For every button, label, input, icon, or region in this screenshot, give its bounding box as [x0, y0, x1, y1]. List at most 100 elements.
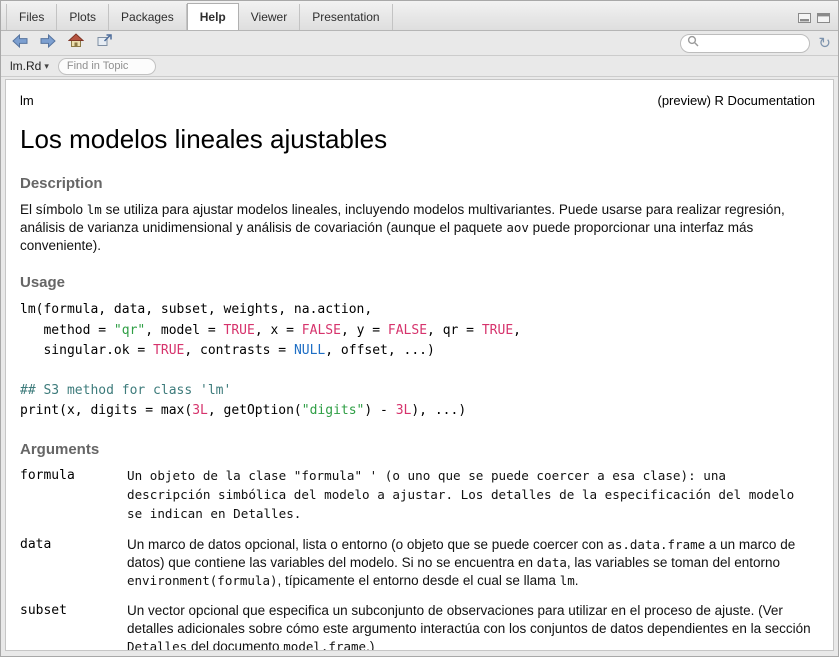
home-button[interactable]	[64, 33, 88, 54]
arguments-table: formula Un objeto de la clase "formula" …	[20, 467, 815, 651]
description-heading: Description	[20, 175, 815, 192]
back-button[interactable]	[8, 33, 32, 54]
code-token: , contrasts =	[184, 343, 294, 358]
code-token-const: FALSE	[388, 323, 427, 338]
search-icon	[687, 34, 699, 52]
code-token-comment: ## S3 method for class 'lm'	[20, 383, 231, 398]
tab-packages[interactable]: Packages	[109, 4, 187, 30]
argument-description: Un marco de datos opcional, lista o ento…	[127, 536, 815, 590]
tab-files[interactable]: Files	[6, 4, 57, 30]
popout-window-icon	[97, 34, 112, 52]
code-token-const: TRUE	[153, 343, 184, 358]
search-input[interactable]	[703, 37, 803, 49]
code-token-num: 3L	[192, 403, 208, 418]
tab-plots[interactable]: Plots	[57, 4, 109, 30]
inline-code: Detalles	[127, 639, 187, 651]
code-token: , qr =	[427, 323, 482, 338]
argument-row-data: data Un marco de datos opcional, lista o…	[20, 536, 815, 590]
forward-arrow-icon	[40, 34, 56, 53]
inline-code: data	[537, 555, 567, 570]
inline-code: aov	[506, 220, 529, 235]
argument-term: subset	[20, 602, 127, 651]
code-token: , offset, ...)	[325, 343, 435, 358]
forward-button[interactable]	[36, 33, 60, 54]
inline-code: environment(formula)	[127, 573, 278, 588]
argument-row-formula: formula Un objeto de la clase "formula" …	[20, 467, 815, 524]
help-document-scroll-area[interactable]: lm (preview) R Documentation Los modelos…	[5, 79, 834, 651]
code-token-str: "qr"	[114, 323, 145, 338]
code-line: lm(formula, data, subset, weights, na.ac…	[20, 300, 815, 320]
text-segment: Un marco de datos opcional, lista o ento…	[127, 537, 607, 552]
code-token: method =	[20, 323, 114, 338]
find-in-topic-input[interactable]	[58, 58, 156, 75]
code-token: , model =	[145, 323, 223, 338]
inline-code: lm	[560, 573, 575, 588]
usage-heading: Usage	[20, 274, 815, 291]
tab-viewer[interactable]: Viewer	[239, 4, 300, 30]
chevron-down-icon: ▾	[44, 61, 49, 72]
text-segment: , típicamente el entorno desde el cual s…	[278, 573, 560, 588]
tab-files-label: Files	[19, 10, 44, 24]
window-controls	[798, 13, 838, 30]
help-search-box[interactable]	[680, 34, 810, 53]
code-token-const: FALSE	[302, 323, 341, 338]
text-segment: Un objeto de la clase "formula" ' (o uno…	[127, 468, 794, 521]
text-segment: .)	[366, 639, 374, 651]
code-token: lm(formula, data, subset, weights, na.ac…	[20, 302, 372, 317]
inline-code: lm	[87, 202, 102, 217]
toolbar-right-group: ↻	[680, 34, 831, 53]
code-token: , x =	[255, 323, 302, 338]
pane-tabbar: Files Plots Packages Help Viewer Present…	[1, 1, 838, 31]
code-line: print(x, digits = max(3L, getOption("dig…	[20, 401, 815, 421]
content-frame: lm (preview) R Documentation Los modelos…	[1, 77, 838, 656]
text-segment: El símbolo	[20, 202, 87, 217]
tab-plots-label: Plots	[69, 10, 96, 24]
topic-file-label: lm.Rd	[10, 59, 41, 73]
page-title: Los modelos lineales ajustables	[20, 124, 815, 155]
code-line: singular.ok = TRUE, contrasts = NULL, of…	[20, 341, 815, 361]
code-token: , y =	[341, 323, 388, 338]
code-token: print(x, digits = max(	[20, 403, 192, 418]
usage-code-block: lm(formula, data, subset, weights, na.ac…	[20, 300, 815, 421]
argument-description: Un vector opcional que especifica un sub…	[127, 602, 815, 651]
tab-help[interactable]: Help	[187, 3, 239, 30]
code-token-const: TRUE	[224, 323, 255, 338]
text-segment: Un vector opcional que especifica un sub…	[127, 603, 811, 636]
home-icon	[68, 33, 84, 53]
argument-term: formula	[20, 467, 127, 524]
code-token-str: "digits"	[302, 403, 365, 418]
code-line: method = "qr", model = TRUE, x = FALSE, …	[20, 321, 815, 341]
argument-term: data	[20, 536, 127, 590]
topic-file-dropdown[interactable]: lm.Rd ▾	[10, 59, 49, 73]
tab-packages-label: Packages	[121, 10, 174, 24]
arguments-heading: Arguments	[20, 441, 815, 458]
doc-package-label: (preview) R Documentation	[657, 93, 815, 108]
tab-help-label: Help	[200, 10, 226, 24]
doc-header: lm (preview) R Documentation	[20, 93, 815, 108]
code-token-const: TRUE	[482, 323, 513, 338]
show-in-new-window-button[interactable]	[92, 33, 116, 54]
argument-row-subset: subset Un vector opcional que especifica…	[20, 602, 815, 651]
argument-description: Un objeto de la clase "formula" ' (o uno…	[127, 467, 815, 524]
code-token: ), ...)	[411, 403, 466, 418]
code-token-null: NULL	[294, 343, 325, 358]
code-token: ) -	[364, 403, 395, 418]
inline-code: model.frame	[283, 639, 366, 651]
tab-presentation-label: Presentation	[312, 10, 379, 24]
code-token: ,	[513, 323, 521, 338]
tab-viewer-label: Viewer	[251, 10, 287, 24]
code-token: singular.ok =	[20, 343, 153, 358]
code-line: ## S3 method for class 'lm'	[20, 381, 815, 401]
back-arrow-icon	[12, 34, 28, 53]
maximize-pane-icon[interactable]	[817, 13, 830, 23]
help-toolbar: ↻	[1, 31, 838, 56]
text-segment: .	[575, 573, 579, 588]
text-segment: , las variables se toman del entorno	[567, 555, 780, 570]
tab-presentation[interactable]: Presentation	[300, 4, 392, 30]
refresh-icon[interactable]: ↻	[818, 36, 831, 51]
minimize-pane-icon[interactable]	[798, 13, 811, 23]
code-token: , getOption(	[208, 403, 302, 418]
inline-code: as.data.frame	[607, 537, 705, 552]
doc-topic-name: lm	[20, 93, 34, 108]
help-pane-window: Files Plots Packages Help Viewer Present…	[0, 0, 839, 657]
